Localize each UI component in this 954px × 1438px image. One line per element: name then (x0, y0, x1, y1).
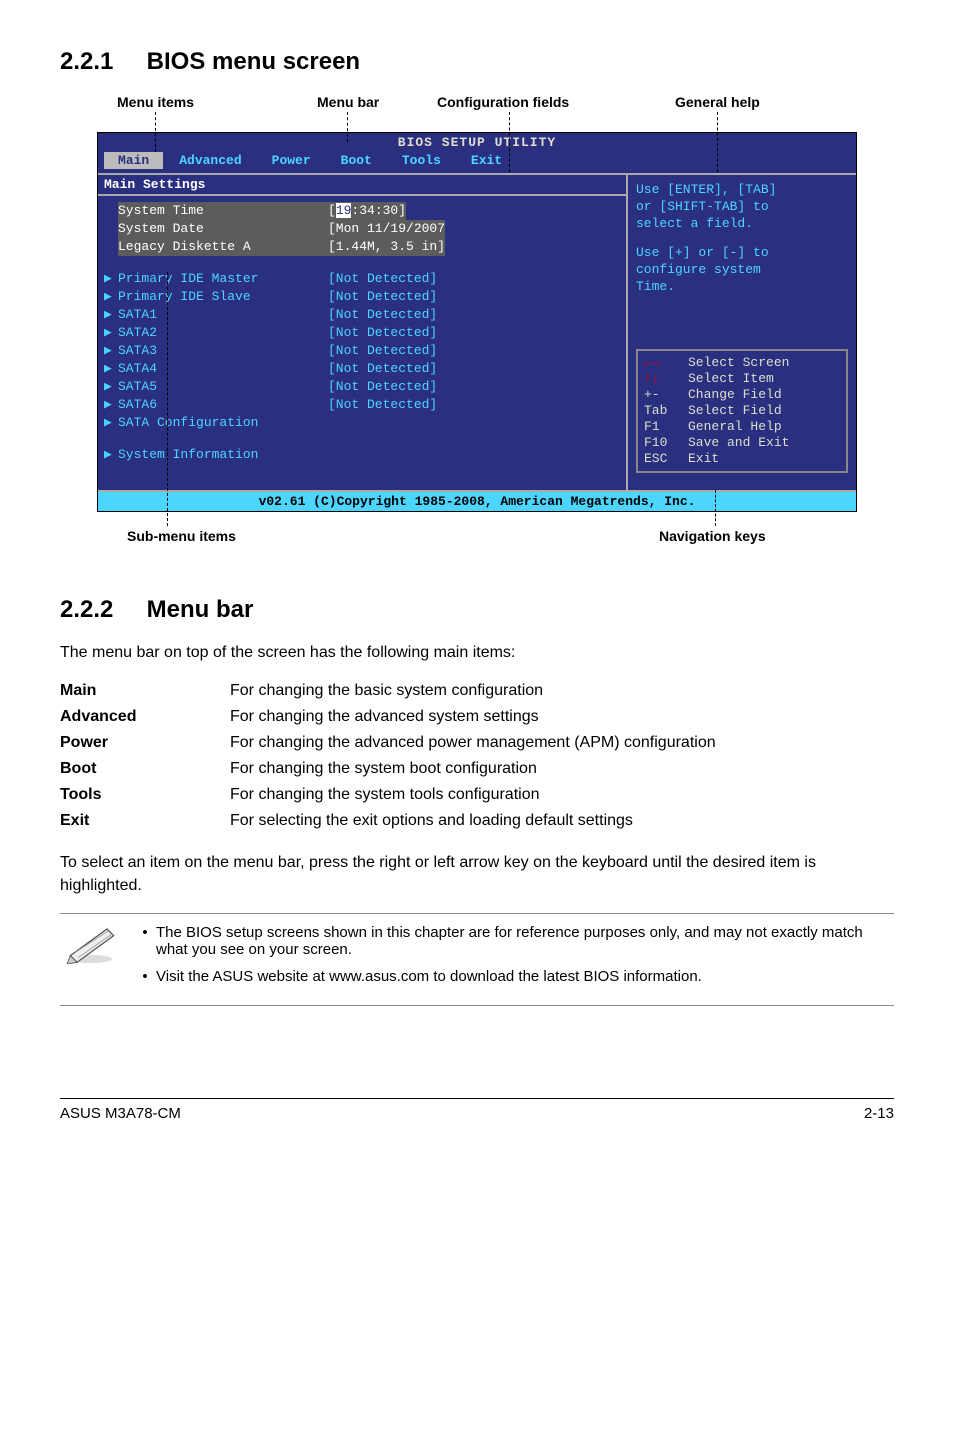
tab-power[interactable]: Power (258, 152, 325, 169)
bios-menubar: Main Advanced Power Boot Tools Exit (98, 152, 856, 173)
paragraph: To select an item on the menu bar, press… (60, 852, 894, 897)
row-sata5[interactable]: ▶SATA5[Not Detected] (104, 378, 620, 396)
row-spacer (104, 464, 620, 484)
annot-general-help: General help (675, 94, 760, 110)
row-spacer (104, 432, 620, 446)
chevron-right-icon: ▶ (104, 270, 118, 288)
arrows-ud-icon: ↑↓ (644, 371, 688, 387)
help-line: configure system (636, 261, 848, 278)
help-line: or [SHIFT-TAB] to (636, 198, 848, 215)
tab-boot[interactable]: Boot (327, 152, 386, 169)
row-system-date[interactable]: System Date[Mon 11/19/2007 (104, 220, 620, 238)
section-heading-2: 2.2.2 Menu bar (60, 596, 894, 624)
annot-menu-bar: Menu bar (317, 94, 379, 110)
list-item: Visit the ASUS website at www.asus.com t… (156, 968, 890, 985)
section-number: 2.2.1 (60, 48, 140, 76)
chevron-right-icon: ▶ (104, 378, 118, 396)
chevron-right-icon: ▶ (104, 360, 118, 378)
chevron-right-icon: ▶ (104, 414, 118, 432)
shortcut-legend: ←→Select Screen ↑↓Select Item +-Change F… (636, 349, 848, 473)
bios-help-panel: Use [ENTER], [TAB] or [SHIFT-TAB] to sel… (626, 173, 856, 490)
row-sata1[interactable]: ▶SATA1[Not Detected] (104, 306, 620, 324)
value-legacy: [1.44M, 3.5 in] (328, 238, 445, 256)
section-title: BIOS menu screen (147, 48, 360, 75)
bios-title: BIOS SETUP UTILITY (98, 133, 856, 152)
list-item: The BIOS setup screens shown in this cha… (156, 924, 890, 958)
row-sata4[interactable]: ▶SATA4[Not Detected] (104, 360, 620, 378)
row-sata-config[interactable]: ▶SATA Configuration (104, 414, 620, 432)
arrows-lr-icon: ←→ (644, 355, 688, 371)
help-line: Time. (636, 278, 848, 295)
section-heading-1: 2.2.1 BIOS menu screen (60, 48, 894, 76)
table-row: ExitFor selecting the exit options and l… (60, 808, 894, 834)
section2-intro: The menu bar on top of the screen has th… (60, 642, 894, 664)
row-primary-ide-slave[interactable]: ▶Primary IDE Slave[Not Detected] (104, 288, 620, 306)
chevron-right-icon: ▶ (104, 288, 118, 306)
bios-window: BIOS SETUP UTILITY Main Advanced Power B… (97, 132, 857, 512)
tab-exit[interactable]: Exit (457, 152, 516, 169)
tab-main[interactable]: Main (104, 152, 163, 169)
section-title: Menu bar (147, 596, 254, 623)
table-row: MainFor changing the basic system config… (60, 678, 894, 704)
row-system-time[interactable]: System Time[19:34:30] (104, 202, 620, 220)
chevron-right-icon: ▶ (104, 306, 118, 324)
annot-config-fields: Configuration fields (437, 94, 569, 110)
bios-footer: v02.61 (C)Copyright 1985-2008, American … (98, 490, 856, 511)
annot-menu-items: Menu items (117, 94, 194, 110)
note-list: The BIOS setup screens shown in this cha… (138, 924, 890, 995)
tab-advanced[interactable]: Advanced (165, 152, 255, 169)
label-system-date: System Date (118, 220, 328, 238)
row-sata6[interactable]: ▶SATA6[Not Detected] (104, 396, 620, 414)
label-legacy: Legacy Diskette A (118, 238, 328, 256)
bios-subheader: Main Settings (98, 173, 626, 196)
footer-left: ASUS M3A78-CM (60, 1105, 181, 1122)
footer-right: 2-13 (864, 1105, 894, 1122)
help-line: select a field. (636, 215, 848, 232)
bottom-annotations: Sub-menu items Navigation keys (97, 512, 857, 556)
page-footer: ASUS M3A78-CM 2-13 (60, 1098, 894, 1122)
row-sata3[interactable]: ▶SATA3[Not Detected] (104, 342, 620, 360)
table-row: ToolsFor changing the system tools confi… (60, 782, 894, 808)
table-row: BootFor changing the system boot configu… (60, 756, 894, 782)
chevron-right-icon: ▶ (104, 324, 118, 342)
pencil-icon (64, 924, 120, 968)
note-box: The BIOS setup screens shown in this cha… (60, 913, 894, 1006)
menu-definitions-table: MainFor changing the basic system config… (60, 678, 894, 834)
table-row: PowerFor changing the advanced power man… (60, 730, 894, 756)
row-system-info[interactable]: ▶System Information (104, 446, 620, 464)
row-primary-ide-master[interactable]: ▶Primary IDE Master[Not Detected] (104, 270, 620, 288)
label-system-time: System Time (118, 202, 328, 220)
chevron-right-icon: ▶ (104, 446, 118, 464)
annot-nav-keys: Navigation keys (659, 528, 766, 544)
annot-sub-menu: Sub-menu items (127, 528, 236, 544)
top-annotations: Menu items Menu bar Configuration fields… (97, 94, 857, 132)
help-line: Use [ENTER], [TAB] (636, 181, 848, 198)
help-line: Use [+] or [-] to (636, 244, 848, 261)
value-system-time: [19:34:30] (328, 202, 406, 220)
chevron-right-icon: ▶ (104, 396, 118, 414)
value-system-date: [Mon 11/19/2007 (328, 220, 445, 238)
chevron-right-icon: ▶ (104, 342, 118, 360)
section-number: 2.2.2 (60, 596, 140, 624)
row-legacy-diskette[interactable]: Legacy Diskette A[1.44M, 3.5 in] (104, 238, 620, 256)
row-sata2[interactable]: ▶SATA2[Not Detected] (104, 324, 620, 342)
table-row: AdvancedFor changing the advanced system… (60, 704, 894, 730)
tab-tools[interactable]: Tools (388, 152, 455, 169)
row-spacer (104, 256, 620, 270)
